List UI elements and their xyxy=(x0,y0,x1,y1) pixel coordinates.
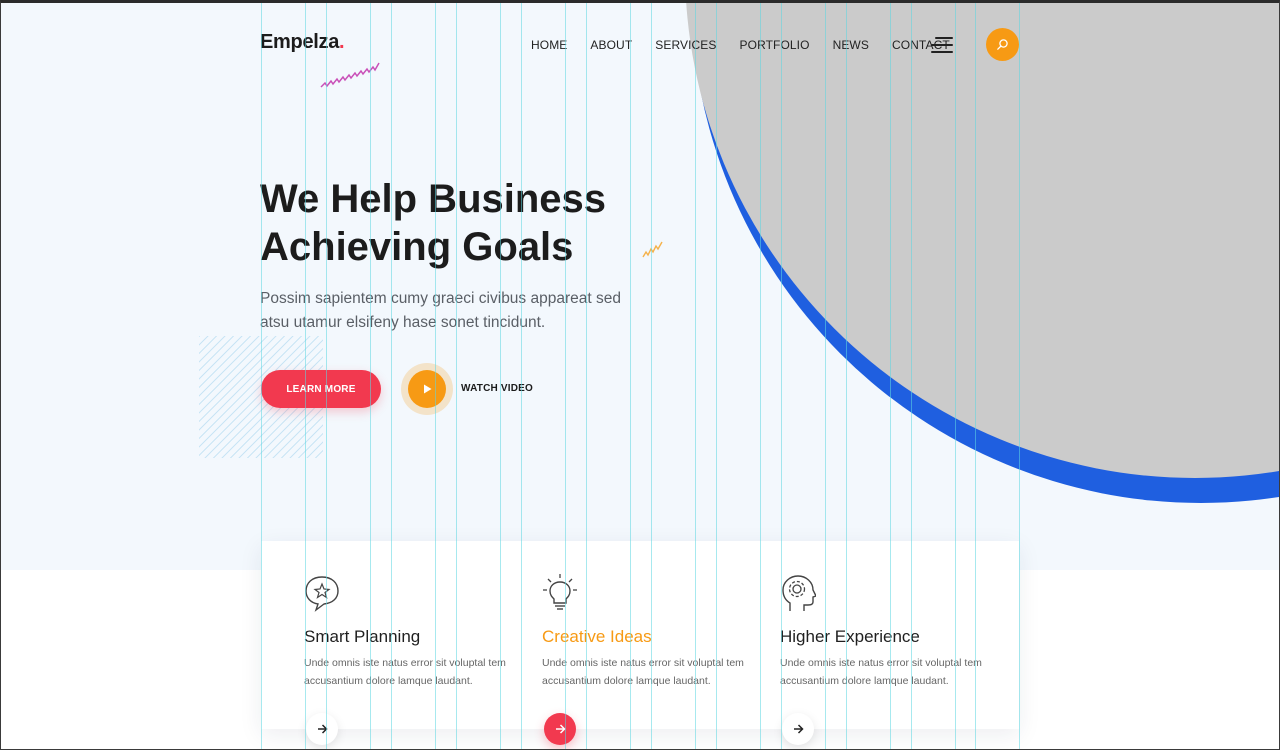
page-frame: Empelza. HOME ABOUT SERVICES PORTFOLIO N… xyxy=(0,0,1280,750)
feature-text: Unde omnis iste natus error sit voluptal… xyxy=(542,657,744,687)
hamburger-icon[interactable] xyxy=(931,37,953,53)
pink-squiggle-decoration xyxy=(320,62,380,88)
arrow-right-icon xyxy=(555,724,566,734)
nav-portfolio[interactable]: PORTFOLIO xyxy=(740,38,810,52)
feature-card-smart-planning: Smart Planning Unde omnis iste natus err… xyxy=(261,541,506,749)
logo-dot: . xyxy=(339,31,345,53)
search-icon xyxy=(997,39,1008,50)
hero-title: We Help Business Achieving Goals xyxy=(260,175,680,271)
nav-news[interactable]: NEWS xyxy=(833,38,869,52)
nav-services[interactable]: SERVICES xyxy=(655,38,716,52)
features-panel: Smart Planning Unde omnis iste natus err… xyxy=(261,541,1019,745)
play-icon xyxy=(424,384,432,394)
chat-star-icon xyxy=(305,576,339,612)
feature-arrow-button[interactable] xyxy=(544,713,576,745)
nav-about[interactable]: ABOUT xyxy=(590,38,632,52)
main-nav: HOME ABOUT SERVICES PORTFOLIO NEWS CONTA… xyxy=(531,38,973,52)
search-button[interactable] xyxy=(986,28,1019,61)
site-logo[interactable]: Empelza. xyxy=(260,31,345,54)
head-gear-icon xyxy=(782,575,816,611)
arrow-right-icon xyxy=(793,724,804,734)
feature-text: Unde omnis iste natus error sit voluptal… xyxy=(304,657,506,687)
logo-text: Empelza xyxy=(260,31,340,53)
feature-title: Creative Ideas xyxy=(542,627,652,646)
lightbulb-icon xyxy=(543,574,577,610)
arrow-right-icon xyxy=(317,724,328,734)
feature-card-creative-ideas: Creative Ideas Unde omnis iste natus err… xyxy=(499,541,744,749)
feature-arrow-button[interactable] xyxy=(306,713,338,745)
nav-home[interactable]: HOME xyxy=(531,38,567,52)
play-button-inner xyxy=(408,370,446,408)
play-video-button[interactable] xyxy=(401,363,453,415)
feature-card-higher-experience: Higher Experience Unde omnis iste natus … xyxy=(737,541,982,749)
hero-description: Possim sapientem cumy graeci civibus app… xyxy=(260,290,621,331)
hero-title-line-1: We Help Business xyxy=(260,177,607,221)
hero-title-line-2: Achieving Goals xyxy=(260,225,574,269)
feature-title: Higher Experience xyxy=(780,627,920,646)
learn-more-button[interactable]: LEARN MORE xyxy=(261,370,381,408)
feature-arrow-button[interactable] xyxy=(782,713,814,745)
watch-video-link[interactable]: WATCH VIDEO xyxy=(461,383,533,394)
feature-text: Unde omnis iste natus error sit voluptal… xyxy=(780,657,982,687)
feature-title: Smart Planning xyxy=(304,627,421,646)
